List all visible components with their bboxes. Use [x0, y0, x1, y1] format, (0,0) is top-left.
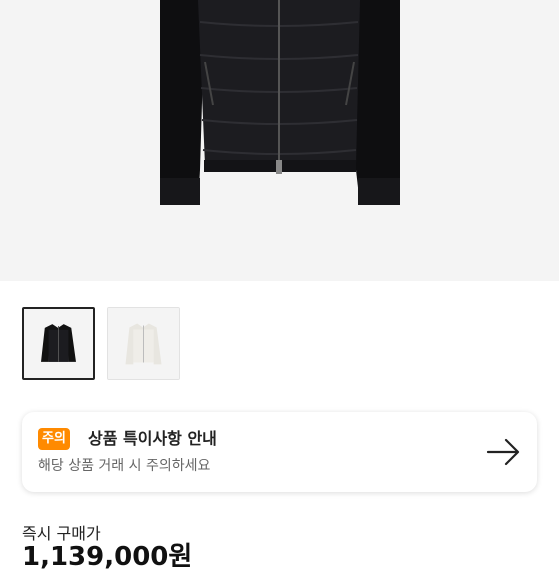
thumbnail-black-jacket[interactable] [22, 307, 95, 380]
product-main-image[interactable] [0, 0, 559, 281]
thumbnail-list [22, 307, 180, 380]
notice-title: 상품 특이사항 안내 [88, 429, 217, 448]
thumbnail-white-jacket[interactable] [107, 307, 180, 380]
notice-subtitle: 해당 상품 거래 시 주의하세요 [38, 458, 211, 474]
notice-card[interactable]: 주의 상품 특이사항 안내 해당 상품 거래 시 주의하세요 [22, 412, 537, 492]
warning-tag: 주의 [38, 428, 70, 450]
arrow-right-icon [486, 438, 520, 466]
price-value: 1,139,000원 [22, 542, 193, 572]
jacket-illustration [160, 0, 400, 205]
